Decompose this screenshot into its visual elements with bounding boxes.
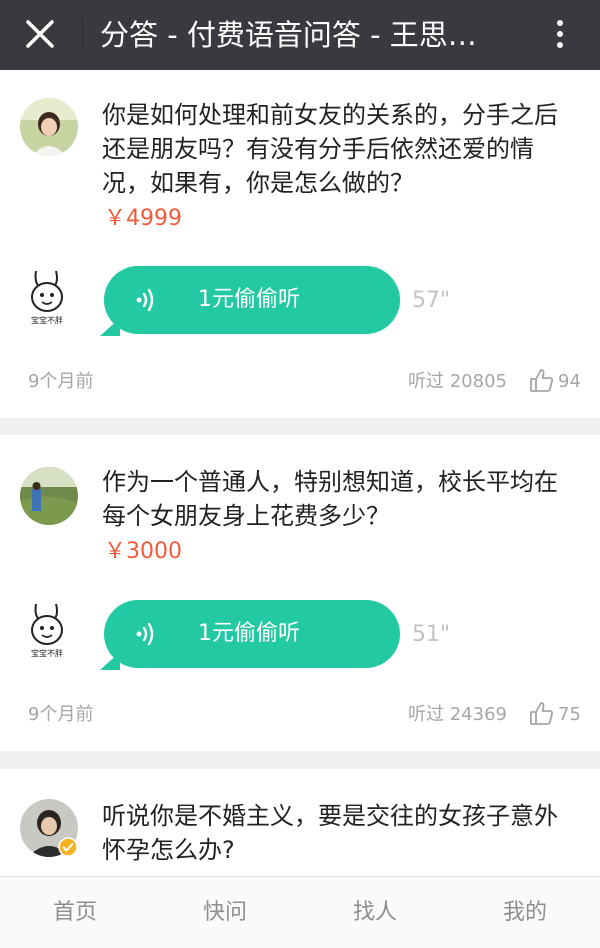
listen-label: 1元偷偷听 bbox=[198, 287, 300, 312]
nav-home[interactable]: 首页 bbox=[0, 877, 150, 948]
voice-wave-icon bbox=[136, 622, 154, 646]
listen-count: 听过 20805 bbox=[408, 371, 507, 392]
like-count: 75 bbox=[558, 704, 581, 725]
question-feed[interactable]: 你是如何处理和前女友的关系的，分手之后还是朋友吗？有没有分手后依然还爱的情况，如… bbox=[0, 70, 600, 876]
nav-find[interactable]: 找人 bbox=[300, 877, 450, 948]
answerer-caption: 宝宝不胖 bbox=[31, 316, 63, 325]
thumbs-up-icon[interactable] bbox=[528, 367, 554, 393]
more-dot-icon bbox=[557, 20, 563, 26]
more-menu-button[interactable] bbox=[546, 12, 574, 56]
close-icon bbox=[26, 20, 54, 48]
question-card[interactable]: 听说你是不婚主义，要是交往的女孩子意外怀孕怎么办? bbox=[0, 769, 600, 876]
listen-label: 1元偷偷听 bbox=[198, 621, 300, 646]
close-button[interactable] bbox=[18, 12, 62, 56]
more-dot-icon bbox=[557, 42, 563, 48]
answerer-caption: 宝宝不胖 bbox=[31, 649, 63, 658]
thumbs-up-icon[interactable] bbox=[528, 700, 554, 726]
title-divider bbox=[82, 18, 83, 52]
more-dot-icon bbox=[557, 31, 563, 37]
listen-count: 听过 24369 bbox=[408, 704, 507, 725]
question-card[interactable]: 作为一个普通人，特别想知道，校长平均在每个女朋友身上花费多少？ ￥3000 宝宝… bbox=[0, 435, 600, 751]
nav-mine[interactable]: 我的 bbox=[450, 877, 600, 948]
nav-quick-ask[interactable]: 快问 bbox=[150, 877, 300, 948]
listen-button[interactable]: 1元偷偷听 bbox=[100, 266, 400, 336]
answerer-avatar[interactable]: 宝宝不胖 bbox=[22, 600, 72, 662]
bubble-tail bbox=[100, 652, 120, 670]
question-text[interactable]: 作为一个普通人，特别想知道，校长平均在每个女朋友身上花费多少？ bbox=[102, 465, 572, 533]
time-ago: 9个月前 bbox=[28, 704, 94, 725]
audio-duration: 51" bbox=[412, 622, 451, 647]
listen-button[interactable]: 1元偷偷听 bbox=[100, 600, 400, 670]
verified-badge-icon bbox=[58, 837, 78, 857]
title-bar: 分答 - 付费语音问答 - 王思… bbox=[0, 0, 600, 70]
asker-avatar[interactable] bbox=[20, 98, 78, 156]
question-card[interactable]: 你是如何处理和前女友的关系的，分手之后还是朋友吗？有没有分手后依然还爱的情况，如… bbox=[0, 70, 600, 418]
audio-duration: 57" bbox=[412, 288, 451, 313]
like-count: 94 bbox=[558, 371, 581, 392]
question-text[interactable]: 你是如何处理和前女友的关系的，分手之后还是朋友吗？有没有分手后依然还爱的情况，如… bbox=[102, 98, 572, 200]
bubble-tail bbox=[100, 318, 120, 336]
answerer-avatar[interactable]: 宝宝不胖 bbox=[22, 267, 72, 329]
asker-avatar[interactable] bbox=[20, 467, 78, 525]
bottom-nav: 首页 快问 找人 我的 bbox=[0, 876, 600, 948]
question-text[interactable]: 听说你是不婚主义，要是交往的女孩子意外怀孕怎么办? bbox=[102, 799, 572, 867]
time-ago: 9个月前 bbox=[28, 371, 94, 392]
question-price: ￥3000 bbox=[104, 539, 182, 564]
voice-wave-icon bbox=[136, 288, 154, 312]
page-title: 分答 - 付费语音问答 - 王思… bbox=[100, 18, 477, 52]
question-price: ￥4999 bbox=[104, 206, 182, 231]
